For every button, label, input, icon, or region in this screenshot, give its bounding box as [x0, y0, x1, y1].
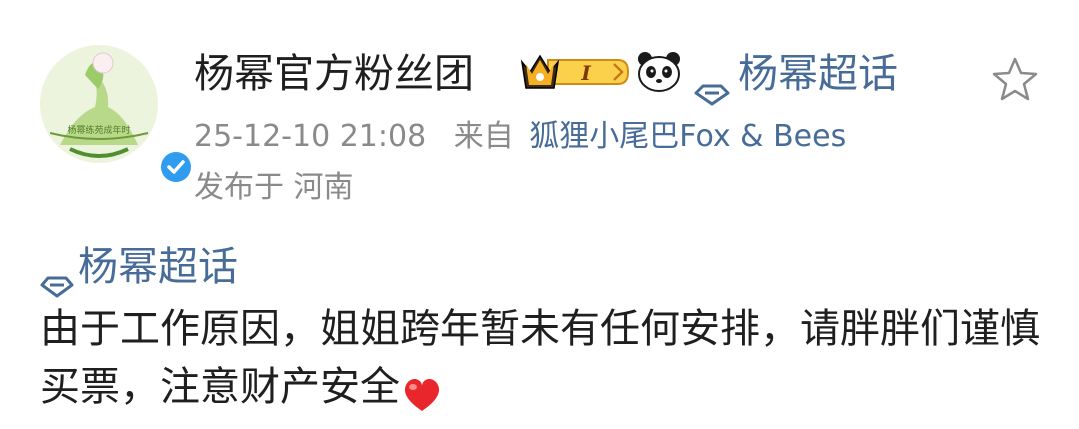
post-meta: 25-12-10 21:08 来自 狐狸小尾巴Fox & Bees — [194, 115, 846, 159]
location: 发布于 河南 — [194, 170, 354, 205]
crown-badge[interactable]: I — [518, 50, 630, 94]
diamond-icon — [694, 65, 730, 106]
author-name[interactable]: 杨幂官方粉丝团 — [194, 46, 474, 102]
topic-link-header[interactable]: 杨幂超话 — [694, 46, 898, 106]
heart-icon — [402, 371, 442, 411]
topic-link-body[interactable]: 杨幂超话 — [40, 240, 238, 298]
source-link[interactable]: 狐狸小尾巴Fox & Bees — [529, 119, 846, 154]
timestamp: 25-12-10 21:08 — [194, 119, 427, 154]
diamond-icon — [40, 258, 74, 298]
crown-badge-level: I — [580, 61, 591, 85]
verified-check-icon — [158, 149, 194, 185]
star-icon[interactable] — [990, 55, 1040, 105]
post-body: 由于工作原因，姐姐跨年暂未有任何安排，请胖胖们谨慎买票，注意财产安全 — [40, 300, 1040, 416]
avatar[interactable]: 杨幂练苑成年时 — [40, 25, 194, 185]
topic-header-label: 杨幂超话 — [738, 51, 898, 97]
avatar-image: 杨幂练苑成年时 — [40, 45, 158, 163]
source-prefix: 来自 — [453, 119, 514, 154]
avatar-caption: 杨幂练苑成年时 — [67, 124, 130, 136]
body-topic-label: 杨幂超话 — [78, 244, 238, 290]
post-body-text: 由于工作原因，姐姐跨年暂未有任何安排，请胖胖们谨慎买票，注意财产安全 — [40, 306, 1040, 410]
panda-icon — [636, 50, 682, 92]
